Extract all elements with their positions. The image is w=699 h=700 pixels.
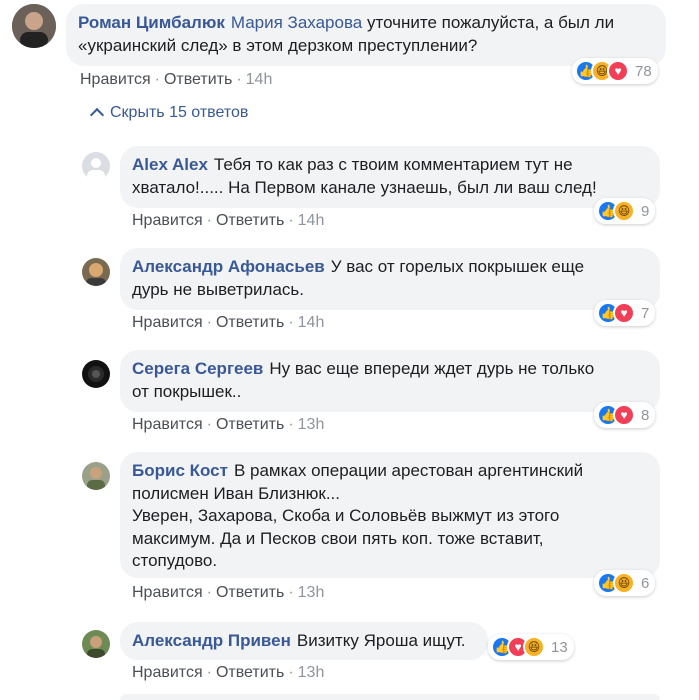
reply-actions: Нравится · Ответить · 13h (132, 664, 325, 682)
reply-bubble: Александр Привен Визитку Яроша ищут. (120, 622, 488, 660)
like-link[interactable]: Нравится (132, 664, 203, 682)
reaction-summary[interactable]: 👍 ♥ 😆 13 (488, 634, 574, 660)
timestamp[interactable]: 13h (298, 664, 325, 682)
timestamp[interactable]: 14h (298, 314, 325, 332)
reply-actions: Нравится · Ответить · 14h (132, 314, 325, 332)
comment-author[interactable]: Роман Цимбалюк (78, 13, 225, 32)
reaction-summary[interactable]: 👍 ♥ 7 (594, 300, 656, 326)
like-link[interactable]: Нравится (132, 314, 203, 332)
reaction-count: 6 (641, 574, 650, 592)
love-reaction-icon: ♥ (613, 302, 635, 324)
chevron-up-icon (89, 107, 105, 123)
reaction-summary[interactable]: 👍 😆 6 (594, 570, 656, 596)
reply-author[interactable]: Серега Сергеев (132, 359, 263, 378)
reply-link[interactable]: Ответить (164, 71, 232, 89)
like-link[interactable]: Нравится (132, 584, 203, 602)
reply-bubble (120, 694, 660, 700)
avatar[interactable] (82, 258, 110, 286)
reaction-count: 9 (641, 202, 650, 220)
reaction-summary[interactable]: 👍 😆 9 (594, 198, 656, 224)
hide-replies-label: Скрыть 15 ответов (110, 104, 249, 121)
love-reaction-icon: ♥ (607, 60, 629, 82)
comment-actions: Нравится · Ответить · 14h (80, 71, 273, 89)
avatar[interactable] (82, 152, 110, 180)
reply-bubble: Серега Сергеев Ну вас еще впереди ждет ду… (120, 350, 660, 412)
hide-replies-link[interactable]: Скрыть 15 ответов (89, 104, 249, 123)
reaction-count: 13 (551, 638, 568, 656)
timestamp[interactable]: 14h (246, 71, 273, 89)
reply-bubble: Борис Кост В рамках операции арестован ар… (120, 452, 660, 578)
love-reaction-icon: ♥ (613, 404, 635, 426)
reply-author[interactable]: Александр Привен (132, 631, 291, 650)
reply-bubble: Александр Афонасьев У вас от горелых покр… (120, 248, 660, 310)
reaction-summary[interactable]: 👍 ♥ 8 (594, 402, 656, 428)
reply-link[interactable]: Ответить (216, 212, 284, 230)
timestamp[interactable]: 13h (298, 584, 325, 602)
like-link[interactable]: Нравится (80, 71, 151, 89)
like-link[interactable]: Нравится (132, 212, 203, 230)
like-link[interactable]: Нравится (132, 416, 203, 434)
comment-bubble: Роман Цимбалюк Мария Захарова уточните по… (66, 4, 666, 66)
reply-actions: Нравится · Ответить · 13h (132, 416, 325, 434)
reply-actions: Нравится · Ответить · 13h (132, 584, 325, 602)
avatar[interactable] (12, 4, 56, 48)
timestamp[interactable]: 13h (298, 416, 325, 434)
reply-author[interactable]: Александр Афонасьев (132, 257, 325, 276)
reply-author[interactable]: Борис Кост (132, 461, 228, 480)
reply-actions: Нравится · Ответить · 14h (132, 212, 325, 230)
haha-reaction-icon: 😆 (613, 572, 635, 594)
haha-reaction-icon: 😆 (613, 200, 635, 222)
avatar[interactable] (82, 630, 110, 658)
haha-reaction-icon: 😆 (523, 636, 545, 658)
timestamp[interactable]: 14h (298, 212, 325, 230)
avatar[interactable] (82, 462, 110, 490)
reply-text: Визитку Яроша ищут. (296, 631, 466, 650)
reply-link[interactable]: Ответить (216, 584, 284, 602)
reply-link[interactable]: Ответить (216, 664, 284, 682)
reply-link[interactable]: Ответить (216, 314, 284, 332)
reaction-count: 8 (641, 406, 650, 424)
reaction-count: 7 (641, 304, 650, 322)
reply-link[interactable]: Ответить (216, 416, 284, 434)
reply-bubble: Alex Alex Тебя то как раз с твоим коммент… (120, 146, 660, 208)
avatar[interactable] (82, 360, 110, 388)
reaction-summary[interactable]: 👍 😆 ♥ 78 (572, 58, 658, 84)
reply-author[interactable]: Alex Alex (132, 155, 208, 174)
reaction-count: 78 (635, 62, 652, 80)
mention-link[interactable]: Мария Захарова (231, 13, 362, 32)
